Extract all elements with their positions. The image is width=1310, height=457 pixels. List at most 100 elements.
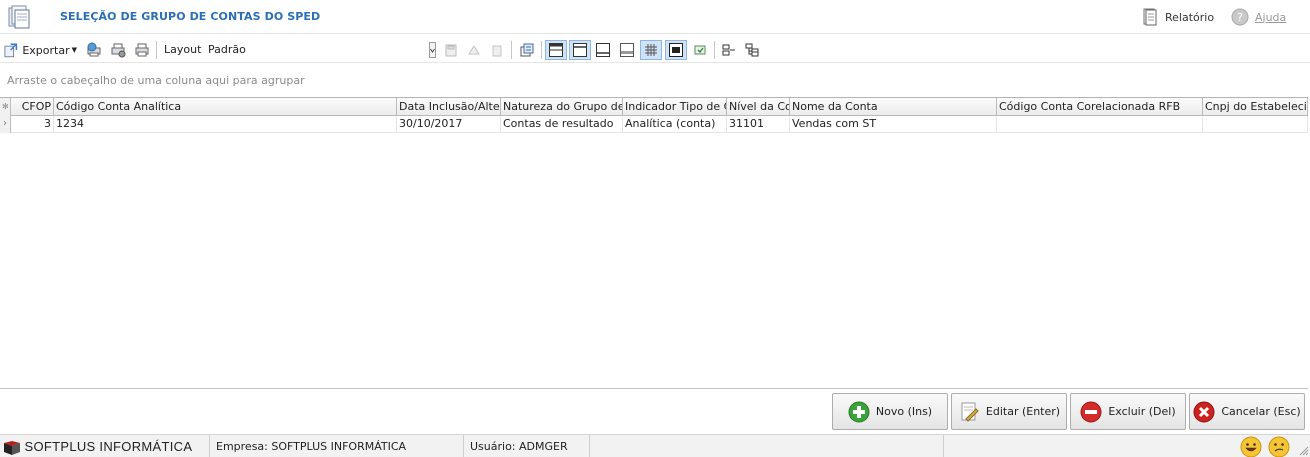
help-icon: ? — [1231, 8, 1249, 26]
cell-nivel-conta[interactable]: 31101 — [727, 116, 790, 133]
printer-settings-icon — [111, 43, 126, 58]
document-stack-icon — [8, 5, 30, 29]
delete-layout-button[interactable] — [486, 40, 508, 60]
column-header-indicador-tipo[interactable]: Indicador Tipo de Conta — [623, 98, 727, 116]
group-footer-icon — [620, 43, 634, 57]
happy-face-icon[interactable] — [1240, 436, 1262, 457]
title-bar: SELEÇÃO DE GRUPO DE CONTAS DO SPED Relat… — [0, 0, 1310, 34]
footer-row-icon — [596, 43, 610, 57]
refresh-icon — [694, 45, 706, 55]
report-icon — [1143, 8, 1157, 26]
column-header-cfop[interactable]: CFOP — [11, 98, 54, 116]
load-layout-button[interactable] — [463, 40, 485, 60]
export-icon — [4, 43, 18, 58]
cancel-button-label: Cancelar (Esc) — [1221, 405, 1301, 418]
save-layout-button[interactable] — [440, 40, 462, 60]
minus-circle-icon — [1080, 401, 1102, 422]
cancel-button[interactable]: Cancelar (Esc) — [1189, 393, 1305, 430]
column-header-nome-conta[interactable]: Nome da Conta — [790, 98, 997, 116]
layout-select[interactable]: Padrão — [208, 43, 246, 56]
print-setup-button[interactable] — [107, 40, 129, 60]
cell-data-inclusao[interactable]: 30/10/2017 — [397, 116, 501, 133]
resize-grip-icon[interactable] — [1299, 446, 1309, 456]
layout-label: Layout — [164, 43, 202, 56]
edit-button[interactable]: Editar (Enter) — [951, 393, 1067, 430]
layout-dropdown-button[interactable] — [428, 40, 436, 60]
row-indicator-chevron-icon[interactable]: › — [0, 116, 11, 133]
svg-text:?: ? — [1237, 11, 1243, 24]
grid-lines-icon — [645, 44, 657, 56]
column-header-cnpj-estabelecimento[interactable]: Cnpj do Estabelecimento — [1203, 98, 1308, 116]
show-footer-toggle[interactable] — [592, 40, 614, 60]
save-layout-icon — [445, 44, 457, 57]
brand-name: SOFTPLUS INFORMÁTICA — [24, 439, 193, 454]
delete-button[interactable]: Excluir (Del) — [1070, 393, 1186, 430]
expand-all-button[interactable] — [718, 40, 740, 60]
refresh-button[interactable] — [689, 40, 711, 60]
toolbar-separator — [156, 41, 157, 59]
column-header-nivel-conta[interactable]: Nível da Conta — [727, 98, 790, 116]
tree-view-icon — [745, 43, 759, 57]
cell-codigo-correlacionada[interactable] — [997, 116, 1203, 133]
edit-document-icon — [961, 402, 979, 422]
column-chooser-button[interactable] — [516, 40, 538, 60]
column-header-codigo-conta-analitica[interactable]: Código Conta Analítica — [54, 98, 397, 116]
export-menu-button[interactable]: Exportar ▼ — [3, 40, 77, 60]
toolbar: Exportar ▼ Layout Padrão — [0, 36, 1310, 63]
cell-codigo-conta-analitica[interactable]: 1234 — [54, 116, 397, 133]
show-grid-lines-toggle[interactable] — [640, 40, 662, 60]
help-button[interactable]: ? Ajuda — [1231, 8, 1286, 26]
group-by-hint: Arraste o cabeçalho de uma coluna aqui p… — [7, 74, 305, 87]
new-button[interactable]: Novo (Ins) — [832, 393, 948, 430]
cell-cfop[interactable]: 3 — [11, 116, 54, 133]
load-layout-icon — [468, 45, 480, 55]
print-preview-button[interactable] — [83, 40, 105, 60]
printer-globe-icon — [87, 42, 101, 57]
report-label: Relatório — [1165, 10, 1215, 24]
auto-preview-toggle[interactable] — [665, 40, 687, 60]
group-panel-icon — [549, 43, 563, 57]
help-label: Ajuda — [1255, 10, 1287, 24]
user-status: Usuário: ADMGER — [464, 435, 590, 457]
new-button-label: Novo (Ins) — [875, 405, 933, 418]
softplus-logo-icon — [4, 441, 20, 455]
column-header-codigo-correlacionada[interactable]: Código Conta Corelacionada RFB — [997, 98, 1203, 116]
show-group-footer-toggle[interactable] — [616, 40, 638, 60]
column-chooser-icon — [520, 43, 534, 57]
chevron-down-icon — [428, 42, 436, 58]
collapse-all-button[interactable] — [741, 40, 763, 60]
delete-layout-icon — [492, 45, 502, 57]
export-label: Exportar — [22, 43, 70, 57]
preview-icon — [669, 43, 683, 57]
cell-cnpj-estabelecimento[interactable] — [1203, 116, 1308, 133]
toolbar-separator — [541, 41, 542, 59]
report-button[interactable]: Relatório — [1141, 8, 1214, 26]
table-row[interactable]: › 3 1234 30/10/2017 Contas de resultado … — [0, 116, 1308, 133]
group-by-panel[interactable]: Arraste o cabeçalho de uma coluna aqui p… — [0, 64, 1310, 97]
printer-icon — [135, 43, 149, 57]
close-circle-icon — [1193, 401, 1215, 422]
data-grid[interactable]: ✻ CFOP Código Conta Analítica Data Inclu… — [0, 97, 1308, 389]
dropdown-arrow-icon: ▼ — [71, 46, 77, 54]
edit-button-label: Editar (Enter) — [985, 405, 1061, 418]
action-bar: Novo (Ins) Editar (Enter) Excluir (Del) … — [0, 390, 1310, 432]
column-header-natureza-grupo[interactable]: Natureza do Grupo de Contas — [501, 98, 623, 116]
status-bar: SOFTPLUS INFORMÁTICA Empresa: SOFTPLUS I… — [0, 434, 1310, 457]
cell-natureza-grupo[interactable]: Contas de resultado — [501, 116, 623, 133]
column-header-data-inclusao[interactable]: Data Inclusão/Alteração — [397, 98, 501, 116]
header-row-icon — [573, 43, 587, 57]
cell-indicador-tipo[interactable]: Analítica (conta) — [623, 116, 727, 133]
status-panel-empty — [590, 435, 944, 457]
toolbar-separator — [511, 41, 512, 59]
company-status: Empresa: SOFTPLUS INFORMÁTICA — [210, 435, 464, 457]
show-header-toggle[interactable] — [569, 40, 591, 60]
delete-button-label: Excluir (Del) — [1108, 405, 1176, 418]
confused-face-icon[interactable] — [1268, 436, 1290, 457]
show-group-panel-toggle[interactable] — [545, 40, 567, 60]
grid-header: ✻ CFOP Código Conta Analítica Data Inclu… — [0, 98, 1308, 116]
cell-nome-conta[interactable]: Vendas com ST — [790, 116, 997, 133]
row-indicator-header[interactable]: ✻ — [0, 98, 11, 116]
print-button[interactable] — [131, 40, 153, 60]
window-title: SELEÇÃO DE GRUPO DE CONTAS DO SPED — [60, 10, 321, 23]
toolbar-separator — [714, 41, 715, 59]
